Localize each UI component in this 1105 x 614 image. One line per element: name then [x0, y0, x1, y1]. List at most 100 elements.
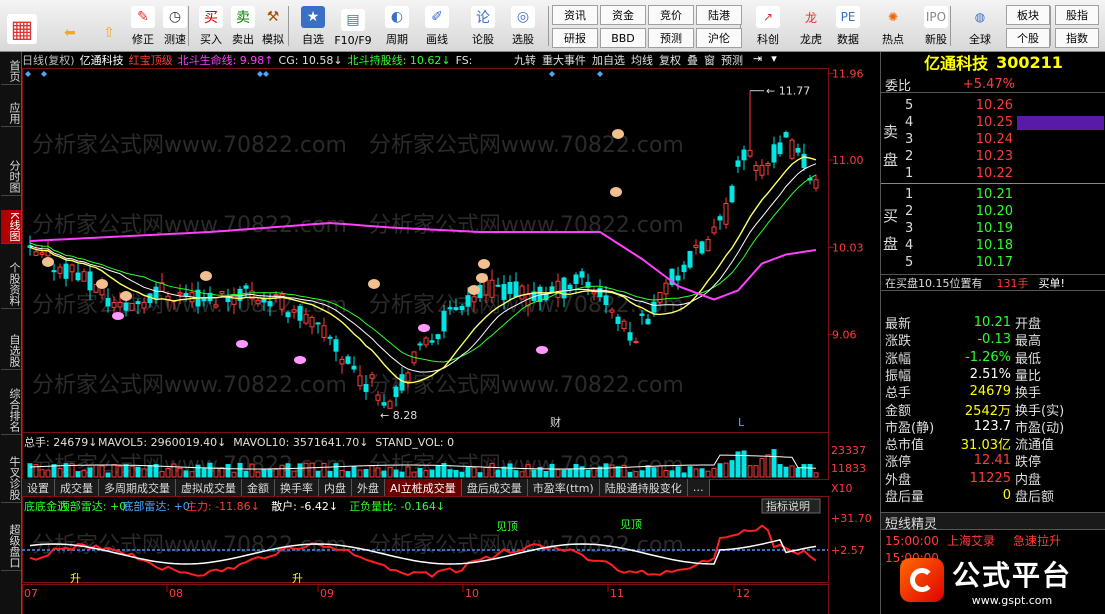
candle-body[interactable] — [33, 251, 39, 256]
candle-body[interactable] — [501, 284, 507, 300]
candle-body[interactable] — [519, 285, 525, 300]
candle-body[interactable] — [75, 272, 81, 281]
toolbar-button-7[interactable]: ⚒ 模拟 — [256, 2, 290, 50]
sell-price[interactable]: 10.25 — [925, 115, 1013, 130]
candle-body[interactable] — [789, 139, 795, 159]
candle-body[interactable] — [561, 277, 567, 299]
candle-body[interactable] — [705, 239, 711, 252]
candle-body[interactable] — [699, 241, 705, 254]
candle-body[interactable] — [63, 263, 69, 279]
candle-body[interactable] — [555, 280, 561, 298]
candle-body[interactable] — [369, 374, 375, 379]
toolbar-button-1[interactable]: ⬅ — [52, 2, 88, 50]
candle-body[interactable] — [465, 295, 471, 307]
indicator-tab-12[interactable]: … — [687, 479, 710, 496]
candle-body[interactable] — [255, 299, 261, 305]
buy-price[interactable]: 10.17 — [925, 255, 1013, 270]
candle-body[interactable] — [309, 316, 315, 328]
toolbar-small-button[interactable]: 竞价 — [648, 5, 694, 25]
candle-body[interactable] — [375, 394, 381, 401]
toolbar-small-button[interactable]: 沪伦 — [696, 28, 742, 48]
indicator-tab-5[interactable]: 换手率 — [275, 479, 319, 496]
candle-body[interactable] — [327, 336, 333, 339]
info-button[interactable]: 加自选 — [592, 52, 625, 68]
candle-body[interactable] — [363, 384, 369, 393]
candle-body[interactable] — [675, 275, 681, 281]
candle-body[interactable] — [723, 202, 729, 225]
candle-body[interactable] — [123, 302, 129, 311]
candle-body[interactable] — [405, 372, 411, 382]
candle-body[interactable] — [225, 297, 231, 303]
candle-body[interactable] — [303, 313, 309, 324]
candle-body[interactable] — [627, 332, 633, 341]
leftbar-item-2[interactable]: 分时图 — [1, 158, 21, 196]
candle-body[interactable] — [183, 292, 189, 297]
toolbar-button-0[interactable]: ▦ — [4, 2, 40, 50]
toolbar-button-8[interactable]: ★ 自选 — [296, 2, 330, 50]
candle-body[interactable] — [117, 302, 123, 308]
candle-body[interactable] — [621, 320, 627, 330]
indicator-tab-3[interactable]: 虚拟成交量 — [176, 479, 242, 496]
toolbar-button-10[interactable]: ◐ 周期 — [380, 2, 414, 50]
info-button[interactable]: 重大事件 — [542, 52, 586, 68]
finance-marker[interactable]: 财 — [550, 415, 561, 429]
info-button[interactable]: 九转 — [514, 52, 536, 68]
candle-body[interactable] — [795, 148, 801, 153]
candle-body[interactable] — [141, 301, 147, 309]
candle-body[interactable] — [549, 286, 555, 293]
signal-icon[interactable] — [42, 257, 54, 267]
leftbar-item-4[interactable]: 个股资料 — [1, 260, 21, 309]
candle-body[interactable] — [471, 296, 477, 303]
candle-body[interactable] — [51, 270, 57, 273]
candle-body[interactable] — [453, 307, 459, 311]
toolbar-button-4[interactable]: ◷ 测速 — [158, 2, 192, 50]
signal-icon[interactable] — [478, 259, 490, 269]
candle-body[interactable] — [735, 160, 741, 167]
toolbar-button2-3[interactable]: ✺ 热点 — [875, 2, 911, 50]
signal-icon[interactable] — [610, 187, 622, 197]
indicator-tab-0[interactable]: 设置 — [22, 479, 55, 496]
indicator-tab-7[interactable]: 外盘 — [352, 479, 385, 496]
info-button[interactable]: 窗 — [704, 52, 715, 68]
signal-icon[interactable] — [200, 271, 212, 281]
indicator-tab-10[interactable]: 市盈率(ttm) — [527, 479, 600, 496]
buy-price[interactable]: 10.20 — [925, 204, 1013, 219]
candle-body[interactable] — [357, 375, 363, 387]
toolbar-button2-0[interactable]: ↗ 科创 — [750, 2, 786, 50]
bottom-signal-icon[interactable] — [236, 340, 248, 348]
candle-body[interactable] — [351, 365, 357, 370]
candle-body[interactable] — [345, 356, 351, 364]
signal-icon[interactable] — [120, 291, 132, 301]
toolbar-small-button[interactable]: 资金 — [600, 5, 646, 25]
indicator-tab-11[interactable]: 陆股通持股变化 — [599, 479, 688, 496]
info-button[interactable]: 叠 — [687, 52, 698, 68]
toolbar-small-button[interactable]: 股指 — [1055, 5, 1099, 25]
candle-body[interactable] — [39, 252, 45, 255]
candle-body[interactable] — [429, 340, 435, 343]
candle-body[interactable] — [285, 312, 291, 318]
candle-body[interactable] — [459, 305, 465, 311]
candle-body[interactable] — [243, 285, 249, 289]
candle-body[interactable] — [711, 226, 717, 234]
candle-body[interactable] — [639, 313, 645, 316]
chart-area[interactable]: 分析家公式网www.70822.com 分析家公式网www.70822.com 分… — [22, 52, 880, 614]
info-button[interactable]: 复权 — [659, 52, 681, 68]
candle-body[interactable] — [771, 144, 777, 163]
candle-body[interactable] — [387, 400, 393, 409]
candle-body[interactable] — [105, 297, 111, 307]
toolbar-button-11[interactable]: ✐ 画线 — [420, 2, 454, 50]
toolbar-button2-4[interactable]: IPO 新股 — [918, 2, 954, 50]
buy-price[interactable]: 10.21 — [925, 187, 1013, 202]
buy-price[interactable]: 10.18 — [925, 238, 1013, 253]
toolbar-small-button[interactable]: 指数 — [1055, 28, 1099, 48]
candle-body[interactable] — [813, 179, 819, 189]
candle-body[interactable] — [663, 282, 669, 295]
candle-body[interactable] — [765, 163, 771, 166]
candle-body[interactable] — [135, 301, 141, 305]
leftbar-item-6[interactable]: 综合排名 — [1, 386, 21, 435]
candle-body[interactable] — [717, 216, 723, 221]
candle-body[interactable] — [315, 322, 321, 325]
candle-body[interactable] — [645, 318, 651, 325]
candle-body[interactable] — [657, 291, 663, 303]
candle-body[interactable] — [681, 264, 687, 273]
